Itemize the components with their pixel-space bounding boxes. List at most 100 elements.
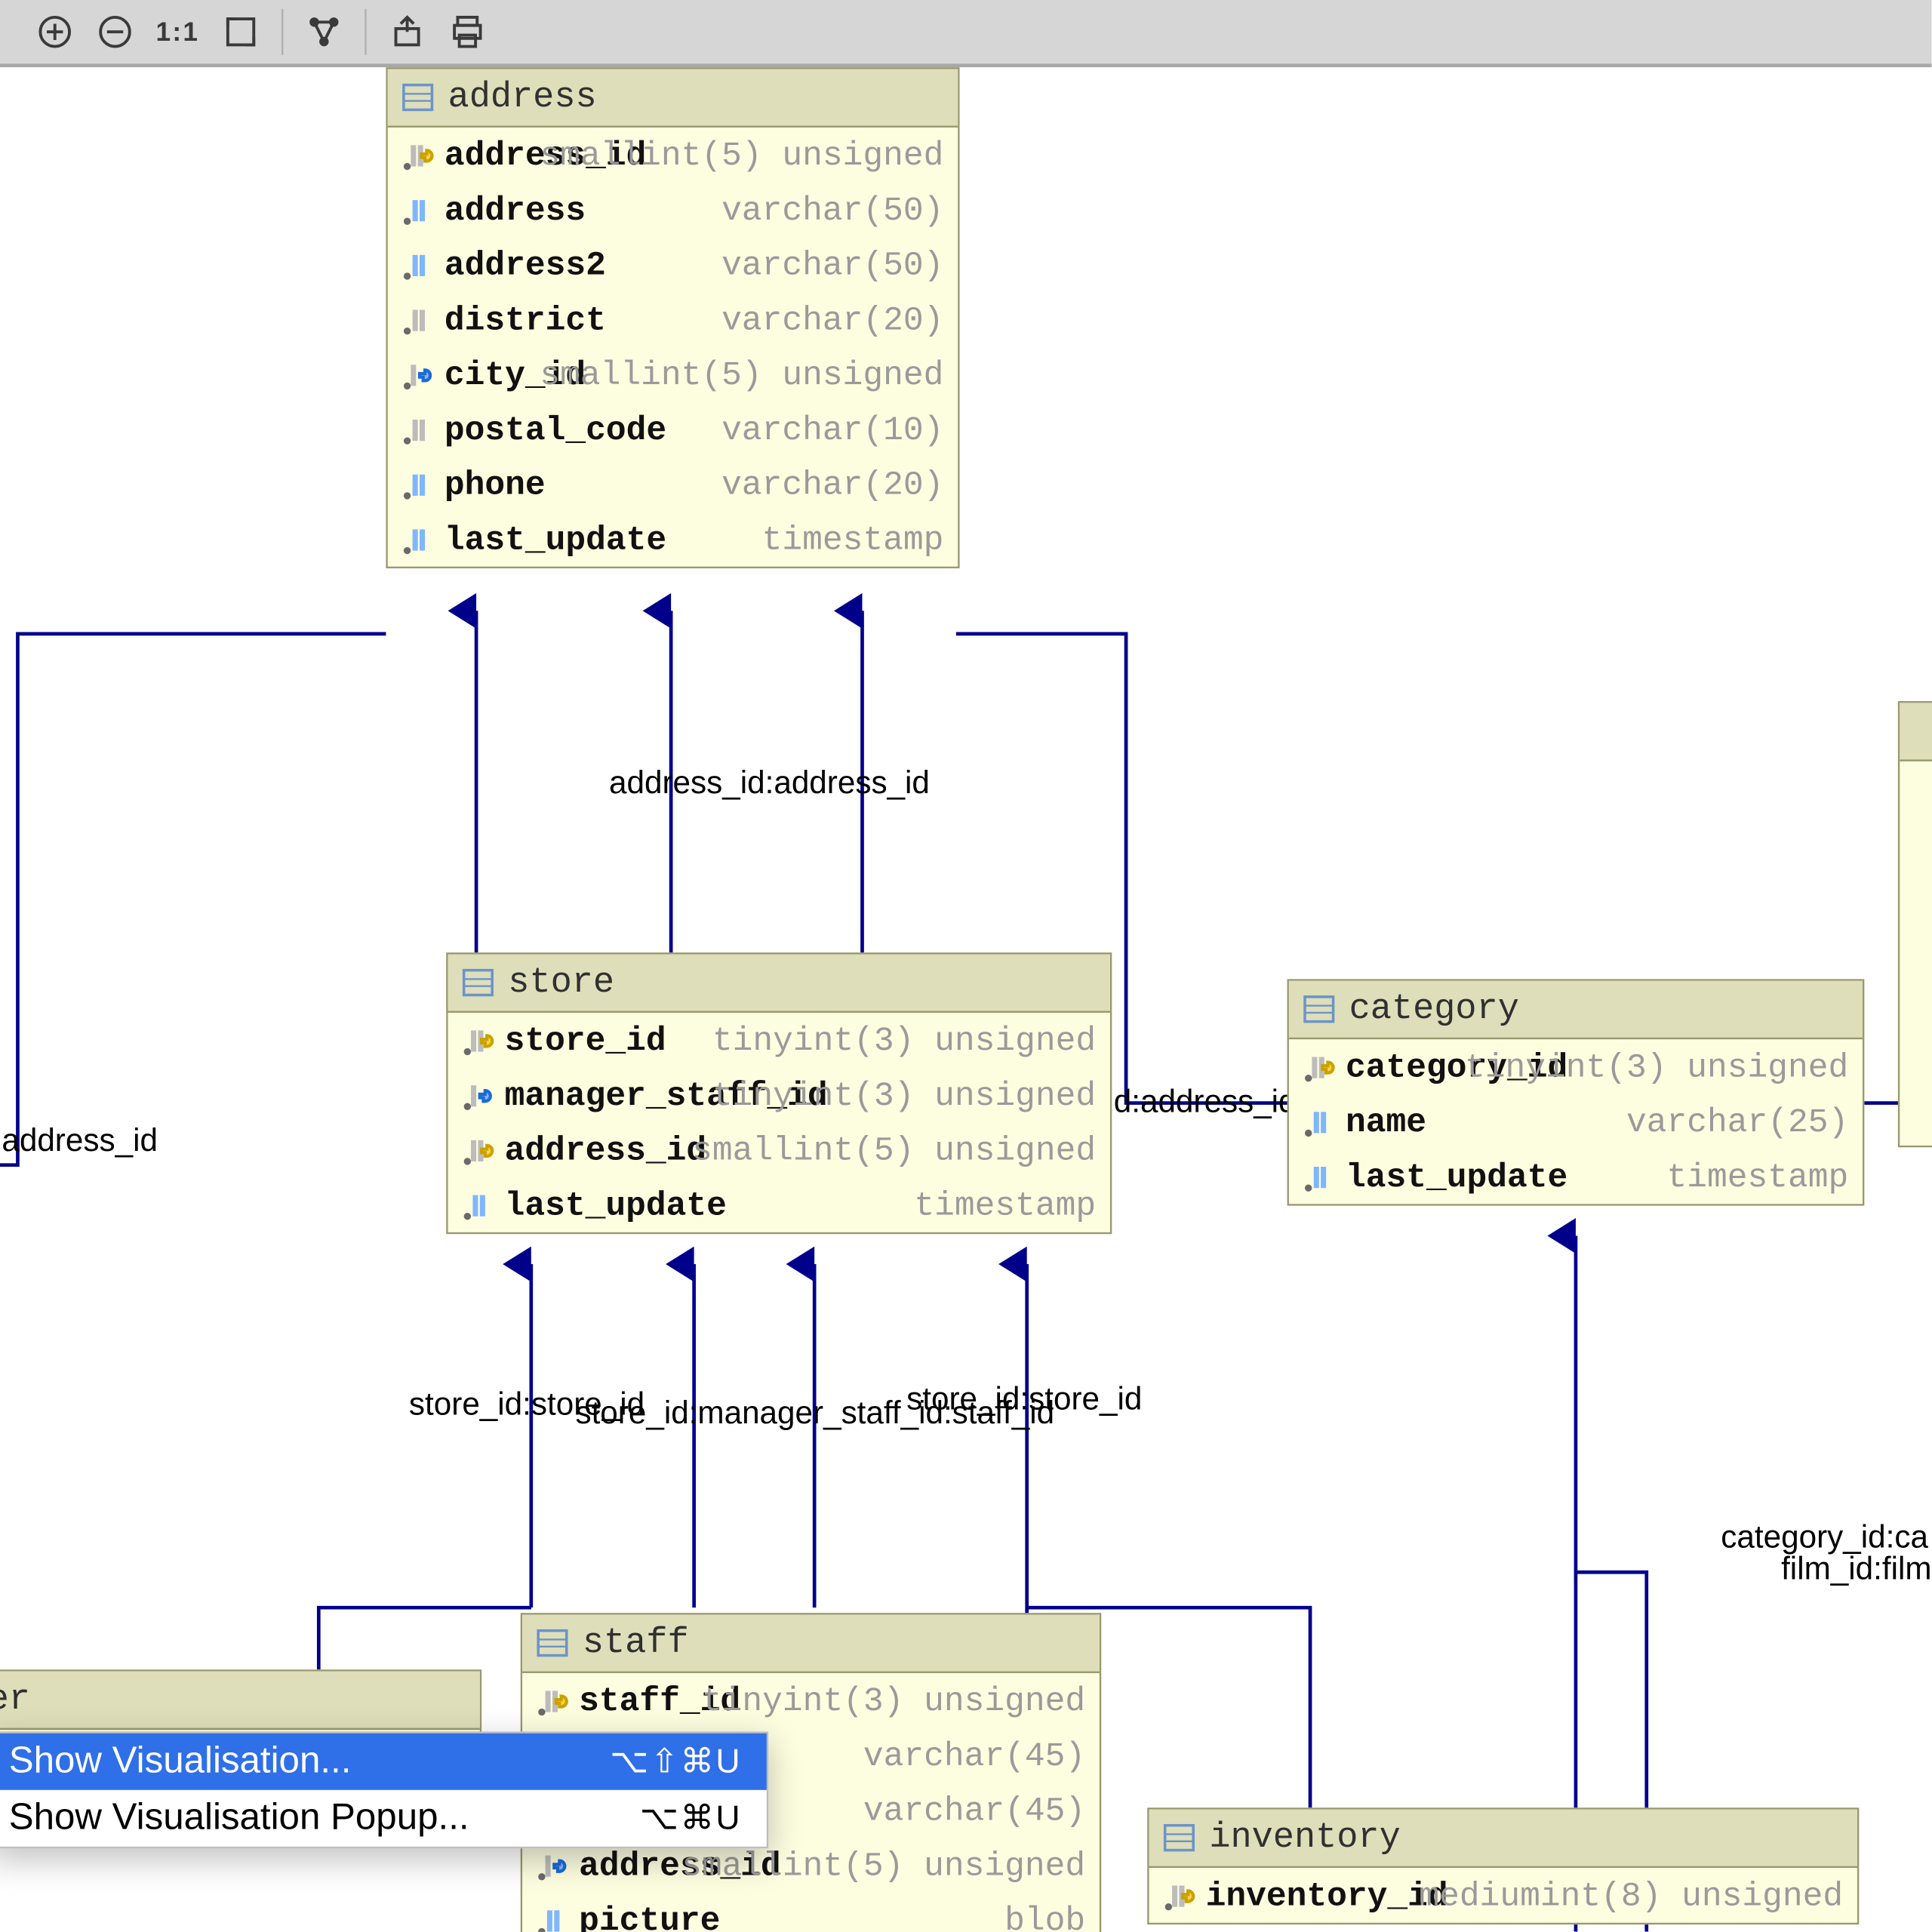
menu-item-show-visualisation-popup[interactable]: Show Visualisation Popup... ⌥⌘U: [0, 1790, 767, 1847]
zoom-out-button[interactable]: [85, 2, 146, 62]
table-header[interactable]: store: [448, 954, 1110, 1012]
diagram-canvas[interactable]: address_id:address_id address_id:address…: [0, 67, 1931, 1931]
column-type: varchar(45): [863, 1791, 1085, 1830]
column-row[interactable]: district varchar(20): [388, 292, 958, 347]
column-icon: [537, 1849, 568, 1881]
table-header[interactable]: [1900, 703, 1932, 761]
column-row[interactable]: last_update timestamp: [448, 1177, 1110, 1232]
column-type: varchar(10): [721, 410, 943, 449]
table-category[interactable]: category category_idtinyint(3) unsignedn…: [1287, 979, 1865, 1205]
column-type: timestamp: [914, 1186, 1096, 1225]
table-icon: [1303, 993, 1335, 1025]
menu-item-show-visualisation[interactable]: Show Visualisation... ⌥⇧⌘U: [0, 1734, 767, 1790]
column-type: timestamp: [762, 520, 944, 559]
column-icon: [402, 469, 434, 500]
column-row[interactable]: address2 varchar(50): [388, 237, 958, 292]
column-row[interactable]: phone varchar(20): [388, 457, 958, 512]
column-type: tinyint(3) unsigned: [1465, 1048, 1848, 1087]
column-type: tinyint(3) unsigned: [702, 1681, 1085, 1721]
column-type: smallint(5) unsigned: [540, 355, 943, 394]
table-header[interactable]: omer: [0, 1672, 480, 1730]
menu-item-shortcut: ⌥⇧⌘U: [610, 1741, 742, 1782]
table-header[interactable]: inventory: [1149, 1810, 1857, 1868]
table-inventory[interactable]: inventory inventory_idmediumint(8) unsig…: [1147, 1807, 1859, 1924]
zoom-in-button[interactable]: [25, 2, 85, 62]
fit-screen-button[interactable]: [210, 2, 270, 62]
edge-label: film_id:film: [1781, 1551, 1931, 1588]
actual-size-button[interactable]: 1:1: [155, 17, 199, 47]
edge-label: :address_id: [0, 1122, 158, 1159]
context-menu: Show Visualisation... ⌥⇧⌘U Show Visualis…: [0, 1731, 768, 1848]
column-name: postal_code: [445, 410, 666, 449]
column-type: varchar(20): [721, 465, 943, 504]
column-type: varchar(45): [863, 1736, 1085, 1775]
table-header[interactable]: address: [388, 69, 958, 127]
column-row[interactable]: store_idtinyint(3) unsigned: [448, 1013, 1110, 1068]
table-header[interactable]: staff: [522, 1615, 1100, 1673]
column-type: tinyint(3) unsigned: [712, 1020, 1096, 1060]
table-icon: [1163, 1822, 1195, 1854]
column-name: address2: [445, 245, 606, 285]
column-row[interactable]: address_idsmallint(5) unsigned: [448, 1122, 1110, 1177]
column-icon: [402, 249, 434, 281]
column-icon: [402, 523, 434, 555]
column-row[interactable]: last_update timestamp: [1289, 1149, 1863, 1204]
table-icon: [402, 82, 434, 113]
column-icon: [462, 1024, 494, 1056]
column-icon: [402, 139, 434, 171]
column-type: smallint(5) unsigned: [540, 135, 943, 174]
column-icon: [462, 1134, 494, 1166]
column-row[interactable]: namevarchar(25): [1289, 1094, 1863, 1149]
column-name: last_update: [1346, 1157, 1567, 1196]
edge-label: address_id:address_id: [609, 764, 930, 801]
table-name: address: [448, 77, 597, 118]
column-icon: [537, 1904, 568, 1932]
column-type: smallint(5) unsigned: [681, 1846, 1085, 1885]
column-row[interactable]: city_idsmallint(5) unsigned: [388, 347, 958, 402]
column-type: timestamp: [1666, 1157, 1848, 1196]
column-row[interactable]: manager_staff_idtinyint(3) unsigned: [448, 1068, 1110, 1123]
column-icon: [462, 1079, 494, 1111]
table-partial-right[interactable]: [1898, 701, 1932, 1147]
column-type: blob: [1004, 1900, 1085, 1932]
table-name: omer: [0, 1679, 30, 1720]
table-name: staff: [583, 1623, 689, 1663]
column-type: mediumint(8) unsigned: [1419, 1876, 1843, 1915]
column-icon: [402, 303, 434, 335]
separator: [281, 9, 282, 55]
column-icon: [1303, 1106, 1335, 1137]
column-type: varchar(50): [721, 245, 943, 285]
column-name: inventory_id: [1206, 1876, 1448, 1915]
separator: [365, 9, 366, 55]
table-name: category: [1349, 989, 1519, 1029]
column-name: picture: [579, 1900, 720, 1932]
table-name: store: [508, 962, 614, 1003]
column-row[interactable]: last_update timestamp: [388, 512, 958, 567]
column-name: last_update: [445, 520, 666, 559]
table-icon: [462, 967, 494, 998]
table-store[interactable]: store store_idtinyint(3) unsignedmanager…: [446, 952, 1112, 1234]
column-type: varchar(20): [721, 300, 943, 340]
column-row[interactable]: address_idsmallint(5) unsigned: [388, 128, 958, 183]
column-name: phone: [445, 465, 546, 504]
table-address[interactable]: address address_idsmallint(5) unsignedad…: [386, 67, 959, 568]
column-icon: [462, 1189, 494, 1220]
print-button[interactable]: [437, 2, 497, 62]
menu-item-label: Show Visualisation...: [9, 1740, 352, 1783]
table-name: inventory: [1209, 1817, 1400, 1858]
column-row[interactable]: addressvarchar(50): [388, 183, 958, 238]
layout-button[interactable]: [294, 2, 354, 62]
column-name: district: [445, 300, 606, 340]
export-button[interactable]: [377, 2, 437, 62]
column-name: name: [1346, 1102, 1426, 1141]
table-header[interactable]: category: [1289, 981, 1863, 1039]
column-name: last_update: [505, 1186, 727, 1225]
menu-item-shortcut: ⌥⌘U: [640, 1798, 742, 1838]
column-row[interactable]: postal_code varchar(10): [388, 402, 958, 457]
column-row[interactable]: inventory_idmediumint(8) unsigned: [1149, 1868, 1857, 1923]
table-icon: [537, 1627, 568, 1659]
column-name: address: [445, 190, 586, 229]
column-row[interactable]: category_idtinyint(3) unsigned: [1289, 1039, 1863, 1094]
column-row[interactable]: picture blob: [522, 1893, 1100, 1932]
column-row[interactable]: staff_idtinyint(3) unsigned: [522, 1673, 1100, 1728]
